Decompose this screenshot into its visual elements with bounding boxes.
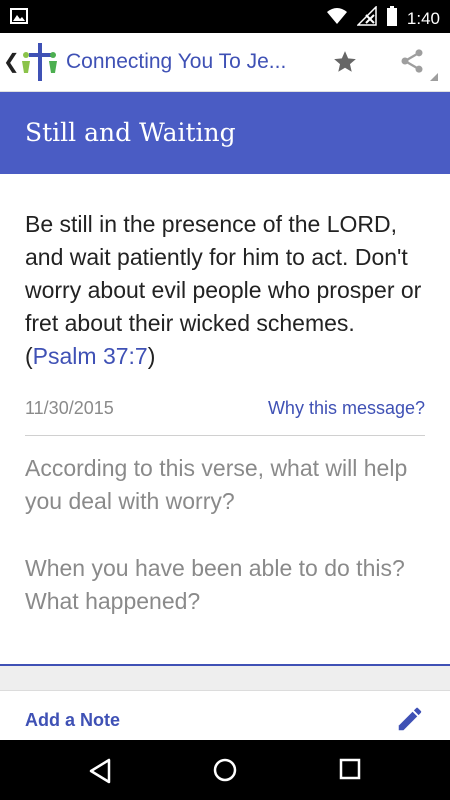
recents-square-icon[interactable] — [339, 758, 361, 785]
status-bar: 1:40 — [0, 0, 450, 33]
overflow-corner-icon — [430, 73, 438, 81]
no-signal-icon — [356, 5, 377, 31]
verse-paragraph: Be still in the presence of the LORD, an… — [25, 208, 425, 373]
gallery-icon — [10, 8, 28, 29]
why-this-message-link[interactable]: Why this message? — [268, 398, 425, 419]
app-bar: ❮ Connecting You To Je... — [0, 33, 450, 92]
question-2: When you have been able to do this? What… — [25, 555, 405, 614]
share-icon[interactable] — [398, 47, 426, 80]
back-chevron-icon[interactable]: ❮ — [3, 49, 20, 74]
verse-close: ) — [147, 343, 156, 369]
pencil-icon[interactable] — [395, 704, 425, 739]
home-circle-icon[interactable] — [213, 758, 237, 787]
app-logo-icon[interactable] — [20, 41, 60, 88]
footer-separator — [0, 666, 450, 691]
system-nav-bar — [0, 740, 450, 800]
message-title: Still and Waiting — [25, 118, 236, 147]
message-content: Be still in the presence of the LORD, an… — [25, 208, 425, 373]
star-icon[interactable] — [332, 49, 358, 80]
back-triangle-icon[interactable] — [88, 758, 112, 789]
status-time: 1:40 — [406, 8, 440, 28]
wifi-icon — [326, 7, 348, 30]
message-meta: 11/30/2015 Why this message? — [25, 396, 425, 420]
battery-icon — [386, 6, 398, 31]
question-1: According to this verse, what will help … — [25, 455, 408, 514]
add-note-button[interactable]: Add a Note — [25, 710, 120, 731]
message-date: 11/30/2015 — [25, 398, 114, 418]
message-header: Still and Waiting — [0, 92, 450, 174]
verse-reference-link[interactable]: Psalm 37:7 — [33, 343, 148, 369]
add-note-bar[interactable]: Add a Note — [0, 691, 450, 740]
divider — [25, 435, 425, 436]
app-title: Connecting You To Je... — [66, 50, 287, 73]
